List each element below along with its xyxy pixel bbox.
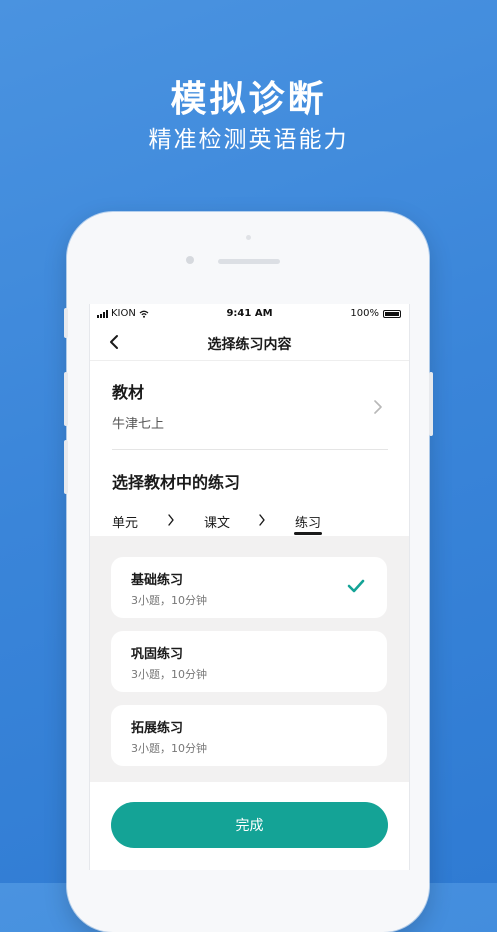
check-icon [347, 579, 365, 593]
footer: 完成 [90, 782, 409, 870]
chevron-right-icon [168, 514, 174, 526]
app-screen: KION 9:41 AM 100% 选择练习内容 教材 牛津七上 选择教材中的练… [89, 304, 410, 870]
phone-side-button [64, 372, 68, 426]
phone-side-button [429, 372, 433, 436]
card-meta: 3小题，10分钟 [131, 594, 207, 607]
textbook-value: 牛津七上 [112, 417, 165, 432]
breadcrumb: 单元 课文 练习 [90, 508, 409, 538]
breadcrumb-lesson[interactable]: 课文 [204, 512, 230, 531]
chevron-right-icon [259, 514, 265, 526]
card-meta: 3小题，10分钟 [131, 668, 207, 681]
textbook-row[interactable]: 教材 牛津七上 [90, 361, 409, 449]
done-button[interactable]: 完成 [111, 802, 388, 848]
breadcrumb-exercise[interactable]: 练习 [295, 512, 321, 531]
battery-percent: 100% [350, 308, 379, 319]
status-bar: KION 9:41 AM 100% [90, 304, 409, 324]
breadcrumb-unit[interactable]: 单元 [112, 512, 138, 531]
phone-speaker [218, 259, 280, 264]
card-title: 巩固练习 [131, 647, 184, 662]
chevron-right-icon [374, 400, 382, 414]
battery-icon [383, 309, 401, 318]
promo-title: 模拟诊断 [170, 79, 327, 120]
active-tab-indicator [294, 532, 322, 535]
page-title: 选择练习内容 [207, 337, 292, 353]
exercise-card-basic[interactable]: 基础练习 3小题，10分钟 [111, 557, 387, 618]
nav-bar: 选择练习内容 [90, 324, 409, 361]
phone-camera [186, 256, 194, 264]
exercise-card-consolidate[interactable]: 巩固练习 3小题，10分钟 [111, 631, 387, 692]
textbook-label: 教材 [112, 383, 145, 402]
card-meta: 3小题，10分钟 [131, 742, 207, 755]
exercise-section-label: 选择教材中的练习 [112, 473, 241, 492]
exercise-list: 基础练习 3小题，10分钟 巩固练习 3小题，10分钟 拓展练习 3小题，10分… [90, 536, 409, 782]
promo-subtitle: 精准检测英语能力 [148, 127, 349, 153]
card-title: 基础练习 [131, 573, 184, 588]
exercise-card-extend[interactable]: 拓展练习 3小题，10分钟 [111, 705, 387, 766]
divider [112, 449, 388, 450]
phone-sensor [246, 235, 251, 240]
phone-side-button [64, 308, 68, 338]
card-title: 拓展练习 [131, 721, 184, 736]
phone-side-button [64, 440, 68, 494]
